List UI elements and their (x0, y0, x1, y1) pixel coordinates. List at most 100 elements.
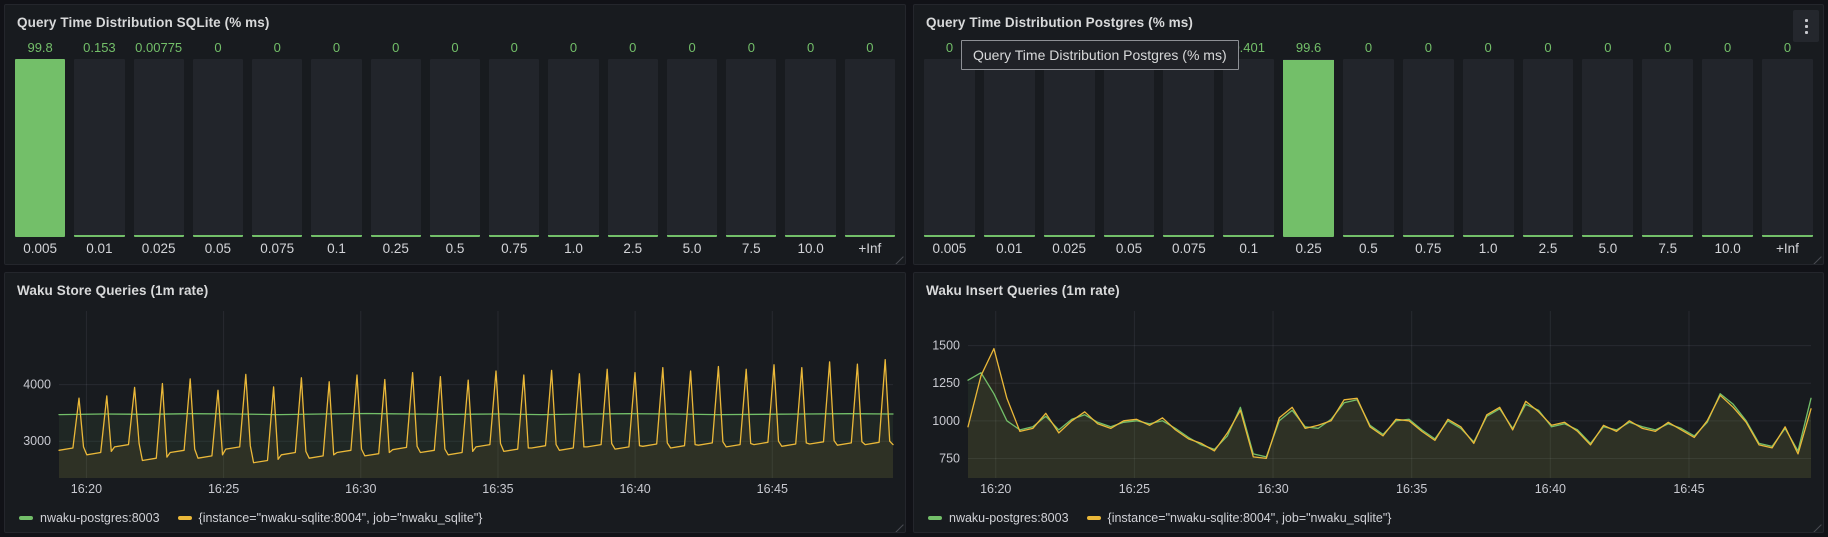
histogram-bar (1702, 59, 1753, 237)
bucket-axis-label: 1.0 (548, 237, 598, 258)
bucket-axis-label: 0.1 (1223, 237, 1274, 258)
panel-menu-button[interactable] (1793, 10, 1819, 42)
panel-title-waku-insert-queries[interactable]: Waku Insert Queries (1m rate) (926, 283, 1120, 298)
bar-gauge-column: 010.0 (785, 37, 835, 258)
y-axis-tick-label: 1250 (932, 376, 960, 390)
legend-item[interactable]: {instance="nwaku-sqlite:8004", job="nwak… (1087, 511, 1392, 525)
bar-gauge-column: 01.0 (1463, 37, 1514, 258)
x-axis-tick-label: 16:40 (619, 482, 650, 496)
bar-value-label: 0.153 (74, 37, 124, 59)
legend-series-label: nwaku-postgres:8003 (949, 511, 1069, 525)
legend-series-label: nwaku-postgres:8003 (40, 511, 160, 525)
panel-title-sqlite-distribution[interactable]: Query Time Distribution SQLite (% ms) (17, 15, 270, 30)
bucket-axis-label: 5.0 (1582, 237, 1633, 258)
bar-value-label: 0 (1642, 37, 1693, 59)
bar-gauge-column: 99.60.25 (1283, 37, 1334, 258)
histogram-bar (1523, 59, 1574, 237)
bar-gauge-column: 05.0 (667, 37, 717, 258)
bucket-axis-label: 0.1 (311, 237, 361, 258)
bucket-axis-label: 10.0 (1702, 237, 1753, 258)
bar-value-label: 99.6 (1283, 37, 1334, 59)
legend-series-marker (1087, 516, 1101, 520)
legend-series-label: {instance="nwaku-sqlite:8004", job="nwak… (199, 511, 483, 525)
panel-query-time-distribution-postgres: Query Time Distribution Postgres (% ms) … (913, 4, 1824, 265)
x-axis-tick-label: 16:25 (1119, 482, 1150, 496)
panel-header: Waku Store Queries (1m rate) (5, 273, 905, 305)
histogram-bar-fill (134, 235, 184, 237)
histogram-bar-fill (1283, 60, 1334, 237)
histogram-bar-fill (1582, 235, 1633, 237)
bucket-axis-label: 0.5 (1343, 237, 1394, 258)
bar-value-label: 0 (252, 37, 302, 59)
histogram-bar-fill (1163, 235, 1214, 237)
histogram-bar-fill (785, 235, 835, 237)
bucket-axis-label: 7.5 (726, 237, 776, 258)
histogram-bar-fill (1762, 235, 1813, 237)
bucket-axis-label: +Inf (1762, 237, 1813, 258)
histogram-bar (924, 59, 975, 237)
legend-series-marker (178, 516, 192, 520)
panel-resize-handle[interactable] (1812, 253, 1823, 264)
histogram-bar (785, 59, 835, 237)
panel-title-postgres-distribution[interactable]: Query Time Distribution Postgres (% ms) (926, 15, 1193, 30)
bar-gauge-column: 00.05 (193, 37, 243, 258)
histogram-bar (726, 59, 776, 237)
histogram-bar (489, 59, 539, 237)
panel-title-waku-store-queries[interactable]: Waku Store Queries (1m rate) (17, 283, 208, 298)
legend-item[interactable]: nwaku-postgres:8003 (19, 511, 160, 525)
bar-gauge-column: 0+Inf (1762, 37, 1813, 258)
x-axis-tick-label: 16:30 (1257, 482, 1288, 496)
histogram-bar (1104, 59, 1155, 237)
bar-gauge-column: 00.75 (489, 37, 539, 258)
panel-header: Query Time Distribution Postgres (% ms) (914, 5, 1823, 37)
histogram-bar-fill (1044, 235, 1095, 237)
bucket-axis-label: 0.75 (489, 237, 539, 258)
bucket-axis-label: 1.0 (1463, 237, 1514, 258)
bucket-axis-label: 0.5 (430, 237, 480, 258)
bar-value-label: 0 (1463, 37, 1514, 59)
bar-value-label: 0 (1523, 37, 1574, 59)
histogram-bar (1044, 59, 1095, 237)
legend-series-marker (19, 516, 33, 520)
histogram-bar (371, 59, 421, 237)
bar-gauge-column: 00.25 (371, 37, 421, 258)
histogram-bar-fill (845, 235, 895, 237)
panel-resize-handle[interactable] (894, 521, 905, 532)
bucket-axis-label: 0.01 (74, 237, 124, 258)
histogram-bar-fill (548, 235, 598, 237)
bucket-axis-label: 0.05 (1104, 237, 1155, 258)
bucket-axis-label: 0.025 (134, 237, 184, 258)
y-axis-tick-label: 4000 (23, 378, 51, 392)
panel-resize-handle[interactable] (1812, 521, 1823, 532)
time-series-chart-insert[interactable]: 75010001250150016:2016:2516:3016:3516:40… (922, 303, 1817, 498)
bar-value-label: 0 (667, 37, 717, 59)
panel-resize-handle[interactable] (894, 253, 905, 264)
legend-item[interactable]: nwaku-postgres:8003 (928, 511, 1069, 525)
bar-gauge-column: 00.01 (984, 37, 1035, 258)
bar-value-label: 0 (430, 37, 480, 59)
histogram-bar (1223, 59, 1274, 237)
histogram-bar-fill (1463, 235, 1514, 237)
histogram-bar-fill (1223, 235, 1274, 237)
bucket-axis-label: 2.5 (1523, 237, 1574, 258)
bucket-axis-label: 0.01 (984, 237, 1035, 258)
bar-value-label: 0 (1582, 37, 1633, 59)
bar-gauge-sqlite: 99.80.0050.1530.010.007750.02500.0500.07… (15, 37, 895, 258)
time-series-chart-store[interactable]: 3000400016:2016:2516:3016:3516:4016:45 (13, 303, 899, 498)
histogram-bar (311, 59, 361, 237)
histogram-bar (193, 59, 243, 237)
legend-item[interactable]: {instance="nwaku-sqlite:8004", job="nwak… (178, 511, 483, 525)
histogram-bar-fill (489, 235, 539, 237)
bar-gauge-column: 07.5 (726, 37, 776, 258)
histogram-bar-fill (924, 235, 975, 237)
bucket-axis-label: 0.005 (924, 237, 975, 258)
histogram-bar-fill (74, 235, 124, 237)
bar-gauge-column: 00.5 (430, 37, 480, 258)
histogram-bar-fill (193, 235, 243, 237)
bar-value-label: 0 (1702, 37, 1753, 59)
bucket-axis-label: 0.005 (15, 237, 65, 258)
bar-gauge-postgres: 00.00500.0100.02500.0500.0750.4010.199.6… (924, 37, 1813, 258)
y-axis-tick-label: 1000 (932, 414, 960, 428)
series-area-fill (968, 349, 1811, 478)
bar-gauge-column: 00.05 (1104, 37, 1155, 258)
